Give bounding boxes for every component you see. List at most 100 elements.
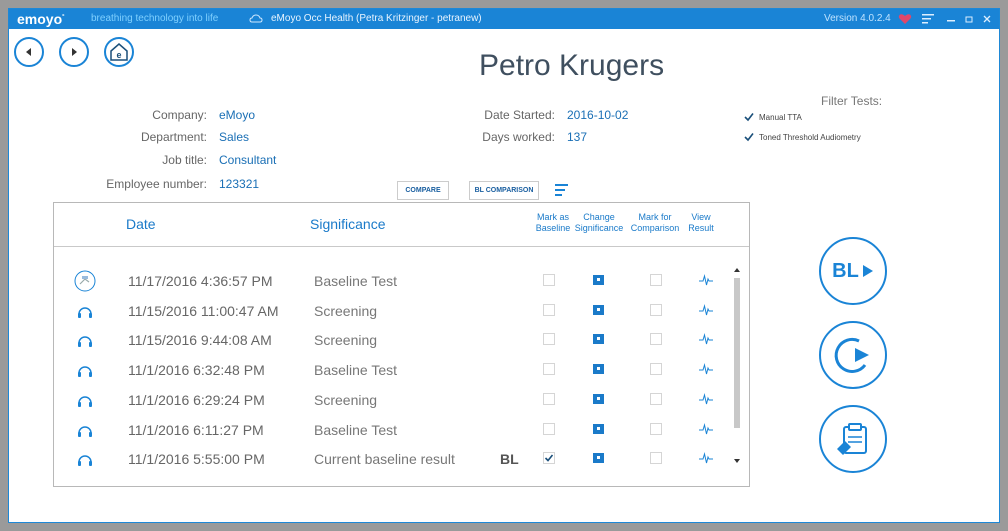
mark-baseline-checkbox[interactable] bbox=[543, 452, 555, 465]
mark-comparison-checkbox[interactable] bbox=[650, 303, 662, 316]
headphones-icon bbox=[74, 300, 96, 322]
filter-manual-tta[interactable]: Manual TTA bbox=[744, 112, 802, 122]
header-divider bbox=[54, 246, 749, 247]
mark-comparison-checkbox[interactable] bbox=[650, 452, 662, 465]
row-date: 11/1/2016 6:32:48 PM bbox=[128, 362, 265, 379]
view-result-icon[interactable] bbox=[699, 362, 713, 376]
change-significance-button[interactable] bbox=[593, 453, 604, 464]
version-label: Version 4.0.2.4 bbox=[824, 13, 891, 24]
forward-arrow-icon bbox=[72, 48, 77, 56]
menu-icon[interactable] bbox=[920, 11, 936, 27]
significance-column-header[interactable]: Significance bbox=[310, 216, 386, 232]
heart-icon[interactable] bbox=[897, 11, 913, 27]
app-window: emoyo° breathing technology into life eM… bbox=[8, 8, 1000, 523]
minimize-icon[interactable] bbox=[943, 11, 959, 27]
employee-number-label: Employee number: bbox=[106, 177, 207, 191]
app-tagline: breathing technology into life bbox=[91, 13, 219, 24]
department-value: Sales bbox=[219, 130, 250, 144]
view-result-icon[interactable] bbox=[699, 303, 713, 317]
mark-comparison-checkbox[interactable] bbox=[650, 392, 662, 405]
row-significance: Screening bbox=[314, 391, 378, 408]
mark-baseline-checkbox[interactable] bbox=[543, 333, 555, 346]
report-button[interactable] bbox=[819, 405, 887, 473]
home-icon: e bbox=[110, 43, 128, 61]
back-button[interactable] bbox=[14, 37, 44, 67]
row-date: 11/15/2016 9:44:08 AM bbox=[128, 332, 272, 349]
mark-baseline-checkbox[interactable] bbox=[543, 392, 555, 405]
table-row[interactable]: 11/1/2016 5:55:00 PM Current baseline res… bbox=[54, 444, 734, 474]
department-label: Department: bbox=[140, 130, 207, 144]
change-significance-button[interactable] bbox=[593, 364, 604, 375]
mark-baseline-checkbox[interactable] bbox=[543, 422, 555, 435]
scroll-down-icon[interactable] bbox=[734, 459, 740, 463]
mark-comparison-checkbox[interactable] bbox=[650, 274, 662, 286]
window-title: eMoyo Occ Health (Petra Kritzinger - pet… bbox=[271, 13, 482, 24]
close-icon[interactable] bbox=[979, 11, 995, 27]
refresh-play-icon bbox=[834, 337, 869, 373]
date-started-value: 2016-10-02 bbox=[567, 108, 629, 122]
view-result-icon[interactable] bbox=[699, 273, 713, 287]
bl-play-button[interactable]: BL bbox=[819, 237, 887, 305]
mark-comparison-checkbox[interactable] bbox=[650, 333, 662, 346]
home-button[interactable]: e bbox=[104, 37, 134, 67]
view-result-icon[interactable] bbox=[699, 422, 713, 436]
compare-button[interactable]: COMPARE bbox=[397, 181, 449, 200]
filter-toned-threshold-label: Toned Threshold Audiometry bbox=[759, 132, 861, 142]
checkmark-icon[interactable] bbox=[744, 132, 754, 142]
company-label: Company: bbox=[152, 108, 207, 122]
filter-manual-tta-label: Manual TTA bbox=[759, 112, 802, 122]
bl-comparison-button[interactable]: BL COMPARISON bbox=[469, 181, 539, 200]
row-significance: Current baseline result bbox=[314, 451, 455, 468]
columns-menu-icon[interactable] bbox=[555, 183, 569, 197]
row-significance: Baseline Test bbox=[314, 421, 398, 438]
change-significance-button[interactable] bbox=[593, 334, 604, 345]
table-row[interactable]: 11/15/2016 9:44:08 AM Screening bbox=[54, 325, 734, 355]
row-significance: Screening bbox=[314, 302, 378, 319]
date-started-label: Date Started: bbox=[484, 108, 555, 122]
change-significance-button[interactable] bbox=[593, 393, 604, 404]
date-column-header[interactable]: Date bbox=[126, 216, 156, 232]
row-date: 11/15/2016 11:00:47 AM bbox=[128, 302, 279, 319]
change-significance-button[interactable] bbox=[593, 275, 604, 285]
mark-baseline-checkbox[interactable] bbox=[543, 303, 555, 316]
employee-number-value: 123321 bbox=[219, 177, 260, 191]
manual-test-icon bbox=[74, 270, 96, 292]
change-significance-header: Change Significance bbox=[574, 212, 624, 233]
table-row[interactable]: 11/1/2016 6:29:24 PM Screening bbox=[54, 385, 734, 415]
filter-toned-threshold[interactable]: Toned Threshold Audiometry bbox=[744, 132, 861, 142]
forward-button[interactable] bbox=[59, 37, 89, 67]
table-row[interactable]: 11/15/2016 11:00:47 AM Screening bbox=[54, 296, 734, 326]
svg-text:e: e bbox=[116, 50, 121, 60]
table-row[interactable]: 11/17/2016 4:36:57 PM Baseline Test bbox=[54, 266, 734, 296]
scroll-up-icon[interactable] bbox=[734, 268, 740, 272]
mark-baseline-checkbox[interactable] bbox=[543, 274, 555, 286]
table-row[interactable]: 11/1/2016 6:11:27 PM Baseline Test bbox=[54, 415, 734, 445]
row-date: 11/1/2016 5:55:00 PM bbox=[128, 451, 265, 468]
headphones-icon bbox=[74, 389, 96, 411]
company-value: eMoyo bbox=[219, 108, 256, 122]
table-row[interactable]: 11/1/2016 6:32:48 PM Baseline Test bbox=[54, 355, 734, 385]
bl-label: BL bbox=[832, 259, 859, 282]
headphones-icon bbox=[74, 329, 96, 351]
view-result-icon[interactable] bbox=[699, 392, 713, 406]
change-significance-button[interactable] bbox=[593, 423, 604, 434]
view-result-icon[interactable] bbox=[699, 451, 713, 465]
mark-baseline-checkbox[interactable] bbox=[543, 363, 555, 376]
new-test-button[interactable] bbox=[819, 321, 887, 389]
mark-comparison-checkbox[interactable] bbox=[650, 422, 662, 435]
mark-comparison-checkbox[interactable] bbox=[650, 363, 662, 376]
patient-name: Petro Krugers bbox=[479, 49, 665, 82]
change-significance-button[interactable] bbox=[593, 304, 604, 315]
days-worked-value: 137 bbox=[567, 130, 588, 144]
checkmark-icon[interactable] bbox=[744, 112, 754, 122]
row-significance: Baseline Test bbox=[314, 362, 398, 379]
play-icon bbox=[862, 265, 873, 277]
view-result-icon[interactable] bbox=[699, 332, 713, 346]
job-title-label: Job title: bbox=[162, 153, 207, 167]
cloud-icon bbox=[249, 14, 263, 23]
scrollbar-thumb[interactable] bbox=[734, 278, 740, 428]
baseline-badge: BL bbox=[500, 451, 519, 468]
row-date: 11/1/2016 6:11:27 PM bbox=[128, 421, 264, 438]
app-logo: emoyo° bbox=[17, 11, 65, 27]
maximize-icon[interactable] bbox=[961, 11, 977, 27]
